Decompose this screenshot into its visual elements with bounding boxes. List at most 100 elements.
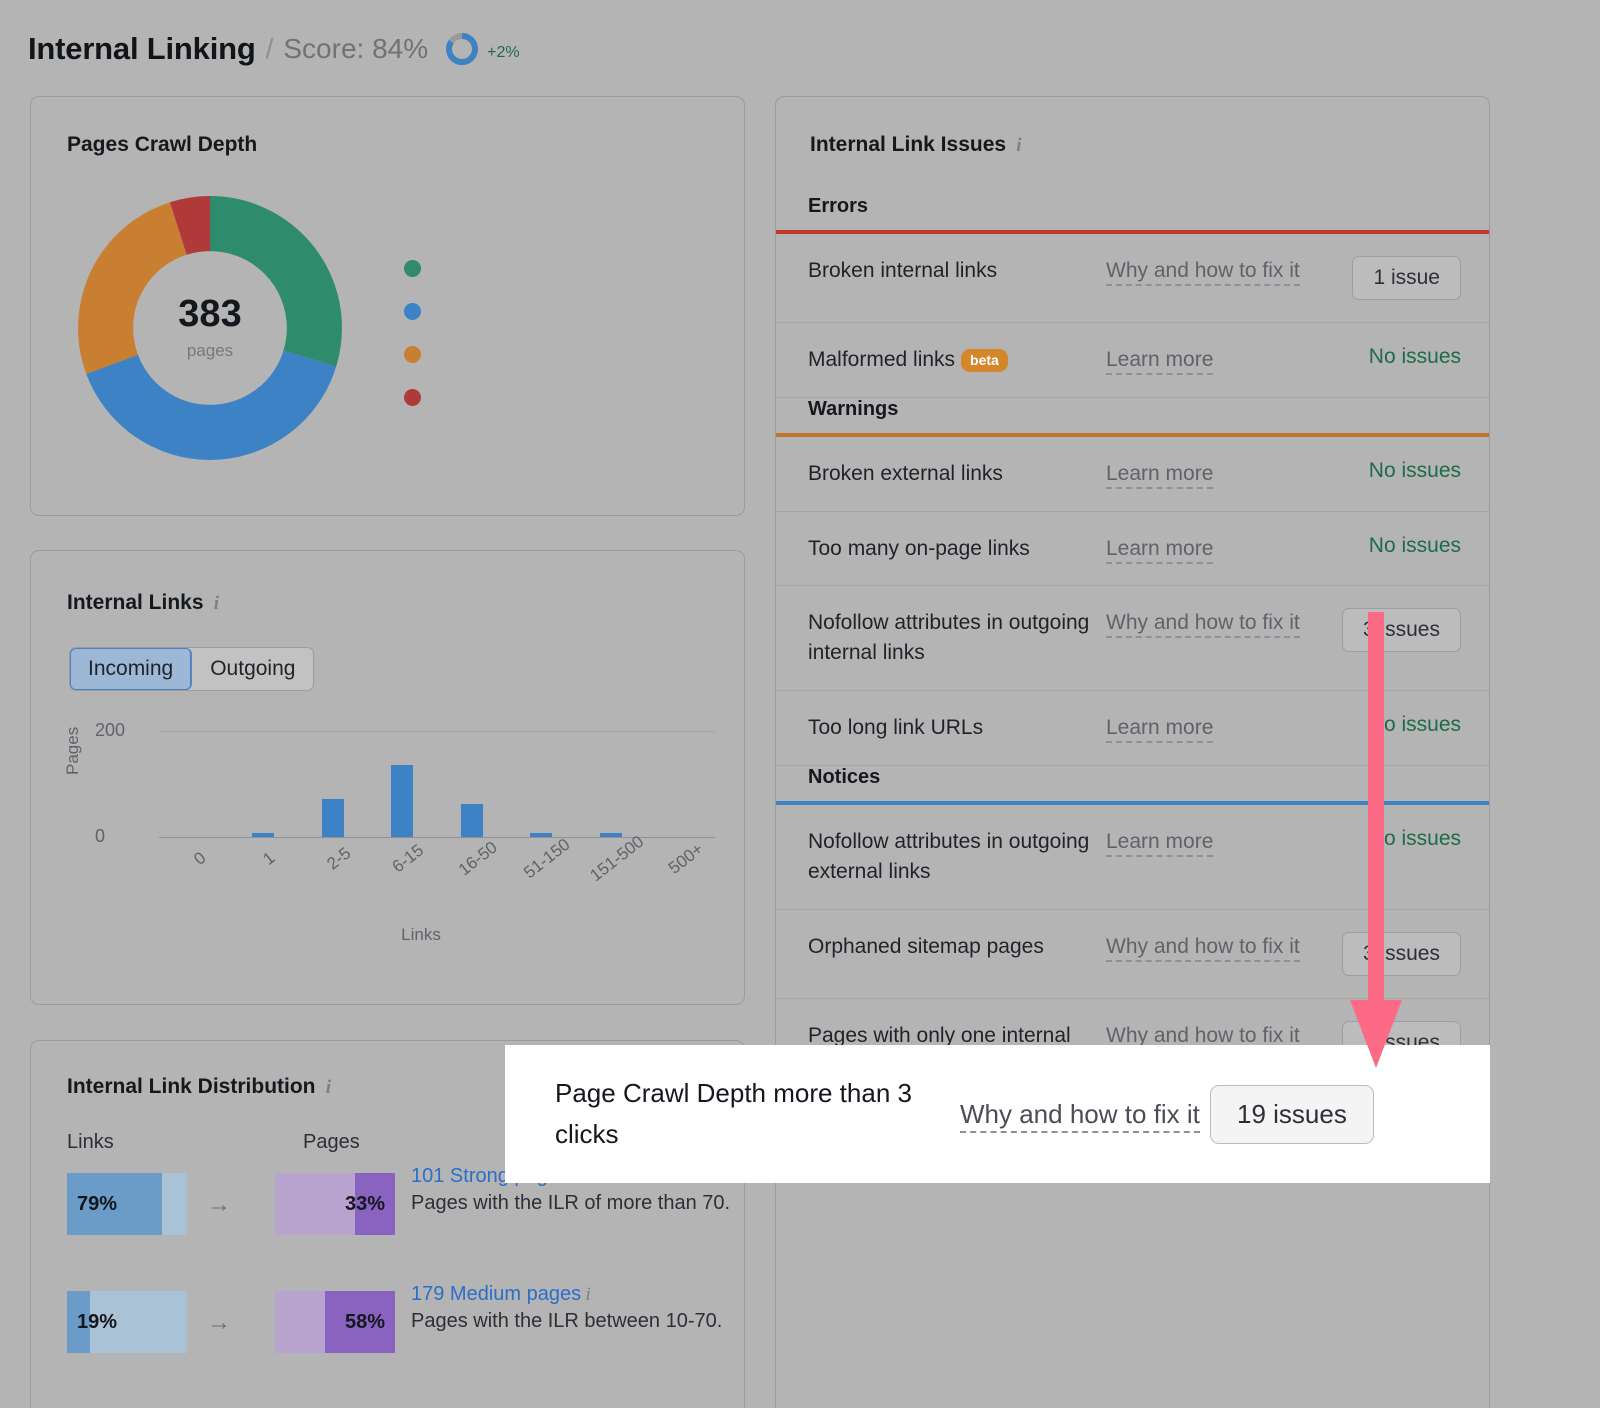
pages-bar: 58%: [275, 1291, 395, 1353]
callout-fix-link[interactable]: Why and how to fix it: [960, 1094, 1210, 1135]
page-title: Internal Linking: [28, 31, 256, 66]
distribution-title-text: Internal Link Distribution: [67, 1075, 316, 1098]
issue-row: Broken external links Learn more No issues: [776, 437, 1489, 512]
legend-color-swatch: [404, 260, 421, 277]
internal-linking-report: Internal Linking / Score: 84% +2% Pages …: [0, 0, 1600, 1408]
highlight-callout: Page Crawl Depth more than 3 clicks Why …: [505, 1045, 1490, 1183]
pages-crawl-depth-card: Pages Crawl Depth 383 pages: [30, 96, 745, 516]
distribution-description: Pages with the ILR of more than 70.: [411, 1192, 731, 1214]
callout-fix-link-text: Why and how to fix it: [960, 1098, 1200, 1133]
beta-badge: beta: [961, 348, 1008, 373]
chart-bar: [321, 799, 344, 837]
distribution-description: Pages with the ILR between 10-70.: [411, 1310, 723, 1332]
chart-bar: [599, 833, 622, 837]
issue-name: Malformed links beta: [808, 345, 1106, 375]
donut-total-label: pages: [186, 341, 234, 360]
links-direction-toggle[interactable]: Incoming Outgoing: [69, 647, 315, 691]
info-icon[interactable]: i: [321, 1077, 335, 1099]
issue-status: No issues: [1311, 534, 1489, 558]
issue-name: Orphaned sitemap pages: [808, 934, 1044, 958]
legend-item: [404, 247, 750, 290]
internal-links-title: Internal Links i: [67, 591, 223, 615]
page-header: Internal Linking / Score: 84% +2%: [28, 22, 520, 76]
chart-gridline: [159, 731, 715, 732]
issue-name: Too many on-page links: [808, 536, 1030, 560]
chart-bar: [460, 804, 483, 837]
toggle-incoming[interactable]: Incoming: [70, 648, 193, 690]
issue-count-badge[interactable]: 1 issue: [1352, 256, 1461, 300]
toggle-outgoing[interactable]: Outgoing: [192, 648, 313, 690]
no-issues-status: No issues: [1368, 533, 1461, 557]
issue-name: Nofollow attributes in outgoing external…: [808, 829, 1090, 883]
chart-x-tick-label: 0: [190, 848, 210, 869]
issue-help-link[interactable]: Learn more: [1106, 345, 1311, 375]
issue-help-link[interactable]: Why and how to fix it: [1106, 932, 1311, 962]
issue-help-link[interactable]: Learn more: [1106, 459, 1311, 489]
issue-help-link-text: Learn more: [1106, 829, 1214, 857]
distribution-row: 19% → 58% 179 Medium pages i Pages with the I…: [67, 1283, 727, 1377]
issue-help-link-text: Learn more: [1106, 536, 1214, 564]
issues-title-text: Internal Link Issues: [810, 133, 1007, 156]
down-arrow-annotation: [1350, 612, 1402, 1068]
issue-row: Too many on-page links Learn more No issue…: [776, 512, 1489, 587]
chart-y-tick: 0: [95, 826, 106, 846]
issue-status: No issues: [1311, 459, 1489, 483]
internal-links-title-text: Internal Links: [67, 591, 204, 614]
issues-section-heading: Errors: [808, 195, 869, 217]
issue-name: Too long link URLs: [808, 716, 984, 740]
flow-arrow-icon: →: [207, 1309, 231, 1336]
info-icon[interactable]: i: [1012, 135, 1026, 157]
chart-bar: [530, 833, 553, 837]
links-bar: 19%: [67, 1291, 187, 1353]
distribution-row: 79%→33%101 Strong pagesiPages with the I…: [67, 1165, 730, 1259]
chart-x-axis-label: Links: [401, 925, 441, 944]
issue-help-link-text: Learn more: [1106, 348, 1214, 375]
internal-links-card: Internal Links i Incoming Outgoing Pages…: [30, 550, 745, 1005]
crawl-depth-legend: [404, 247, 750, 419]
crawl-depth-donut-chart: 383 pages: [65, 183, 355, 473]
issues-section-heading: Warnings: [808, 397, 899, 420]
donut-total-value: 383: [178, 293, 242, 335]
donut-center-label: 383 pages: [65, 183, 355, 473]
legend-item: [404, 290, 750, 333]
distribution-col-pages: Pages: [303, 1131, 360, 1153]
pages-bar-label: 33%: [344, 1192, 385, 1215]
issue-help-link[interactable]: Learn more: [1106, 713, 1311, 744]
issue-help-link[interactable]: Why and how to fix it: [1106, 256, 1311, 286]
issue-help-link-text: Learn more: [1106, 461, 1214, 489]
distribution-col-links: Links: [67, 1131, 114, 1153]
issue-help-link[interactable]: Learn more: [1106, 827, 1311, 857]
no-issues-status: No issues: [1368, 458, 1461, 482]
callout-issue-name: Page Crawl Depth more than 3 clicks: [555, 1078, 912, 1149]
info-icon[interactable]: i: [209, 593, 223, 615]
no-issues-status: No issues: [1368, 345, 1461, 368]
chart-y-axis-label: Pages: [63, 726, 82, 775]
issue-status: 1 issue: [1311, 256, 1489, 300]
pages-bar: 33%: [275, 1173, 395, 1235]
distribution-link-text: 179 Medium pages: [411, 1283, 582, 1305]
score-donut-icon: [446, 33, 479, 65]
issue-help-link-text: Learn more: [1106, 716, 1214, 744]
issue-help-link-text: Why and how to fix it: [1106, 611, 1300, 639]
chart-y-tick: 200: [95, 720, 126, 740]
links-bar: 79%: [67, 1173, 187, 1235]
title-separator: /: [265, 33, 274, 64]
callout-issue-badge[interactable]: 19 issues: [1210, 1084, 1374, 1144]
legend-color-swatch: [404, 346, 421, 363]
legend-item: [404, 376, 750, 419]
chart-x-tick-label: 500+: [665, 839, 708, 878]
info-icon[interactable]: i: [581, 1284, 595, 1306]
legend-color-swatch: [404, 389, 421, 406]
links-bar-label: 19%: [77, 1310, 118, 1333]
issue-row: Malformed links beta Learn more No issues: [776, 323, 1489, 398]
issue-help-link[interactable]: Learn more: [1106, 534, 1311, 564]
links-bar-label: 79%: [77, 1192, 118, 1215]
issue-name: Broken internal links: [808, 259, 998, 282]
chart-bar: [252, 833, 275, 837]
distribution-link[interactable]: 179 Medium pages i: [411, 1283, 731, 1306]
score-delta: +2%: [487, 44, 520, 61]
flow-arrow-icon: →: [207, 1191, 231, 1218]
legend-color-swatch: [404, 303, 421, 320]
issue-status: No issues: [1311, 345, 1489, 369]
issue-help-link[interactable]: Why and how to fix it: [1106, 608, 1311, 639]
